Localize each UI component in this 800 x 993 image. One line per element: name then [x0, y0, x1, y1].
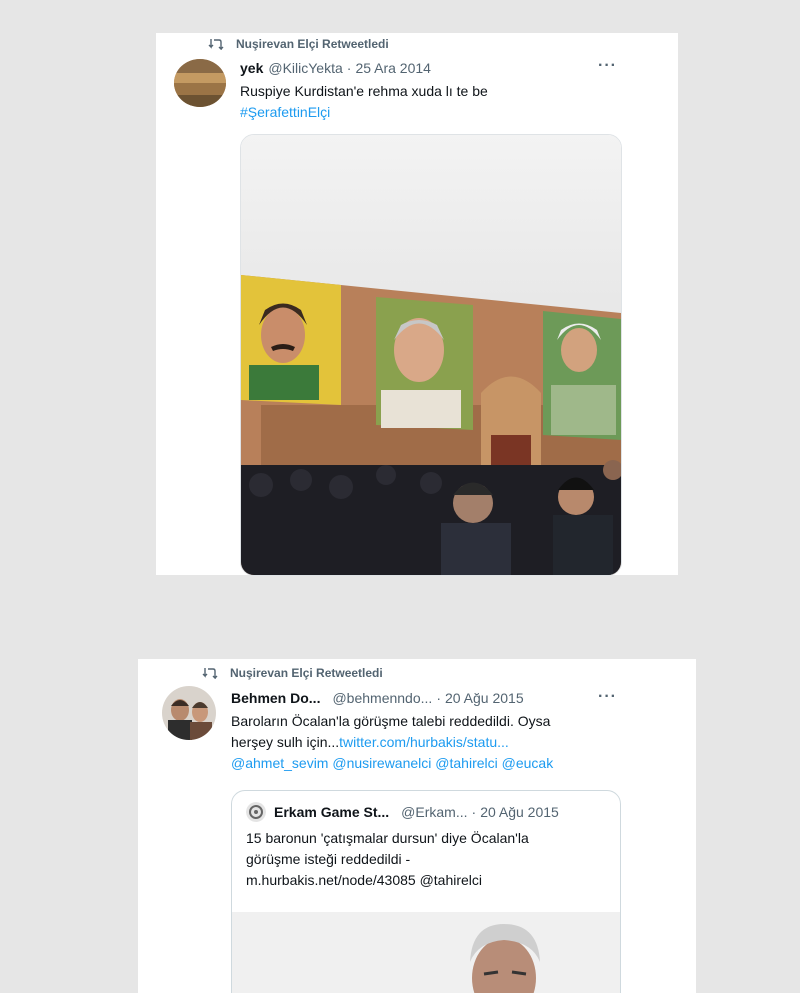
avatar[interactable]	[162, 686, 216, 740]
author-name[interactable]: yek	[240, 60, 263, 76]
separator: ·	[471, 804, 477, 820]
tweet-url-link[interactable]: twitter.com/hurbakis/statu...	[339, 734, 509, 750]
tweet-card-2[interactable]: Nuşirevan Elçi Retweetledi Behmen Do... …	[138, 659, 696, 993]
hashtag-link[interactable]: #ŞerafettinElçi	[240, 102, 488, 123]
retweet-label: Nuşirevan Elçi Retweetledi	[236, 37, 389, 51]
quote-avatar[interactable]	[246, 802, 266, 822]
quote-header: Erkam Game St... @Erkam... · 20 Ağu 2015	[274, 804, 559, 820]
quote-photo[interactable]	[232, 912, 620, 993]
retweet-icon	[202, 667, 218, 679]
mentions-links[interactable]: @ahmet_sevim @nusirewanelci @tahirelci @…	[231, 753, 681, 774]
retweet-label: Nuşirevan Elçi Retweetledi	[230, 666, 383, 680]
retweet-context: Nuşirevan Elçi Retweetledi	[208, 37, 389, 51]
more-icon[interactable]: ···	[598, 57, 617, 75]
quote-photo-graphic	[232, 912, 620, 993]
quote-text-line: 15 baronun 'çatışmalar dursun' diye Öcal…	[246, 830, 529, 846]
quoted-tweet[interactable]: Erkam Game St... @Erkam... · 20 Ağu 2015…	[231, 790, 621, 993]
tweet-text-line: Ruspiye Kurdistan'e rehma xuda lı te be	[240, 83, 488, 99]
tweet-header: Behmen Do... @behmenndo... · 20 Ağu 2015	[231, 690, 524, 706]
tweet-photo[interactable]	[240, 134, 622, 576]
tweet-card-1[interactable]: Nuşirevan Elçi Retweetledi yek @KilicYek…	[156, 33, 678, 576]
separator: ·	[346, 60, 352, 76]
retweet-icon	[208, 38, 224, 50]
tweet-text: Baroların Öcalan'la görüşme talebi redde…	[231, 711, 681, 774]
quote-author-name[interactable]: Erkam Game St...	[274, 804, 389, 820]
author-handle[interactable]: @KilicYekta	[268, 60, 342, 76]
quote-date[interactable]: 20 Ağu 2015	[480, 804, 559, 820]
quote-text-line: görüşme isteği reddedildi -	[246, 851, 411, 867]
author-name[interactable]: Behmen Do...	[231, 690, 320, 706]
avatar[interactable]	[174, 59, 226, 107]
quote-text-line: m.hurbakis.net/node/43085 @tahirelci	[246, 872, 483, 888]
separator: ·	[436, 690, 441, 706]
tweet-date[interactable]: 25 Ara 2014	[355, 60, 431, 76]
quote-author-handle[interactable]: @Erkam...	[401, 804, 467, 820]
retweet-context: Nuşirevan Elçi Retweetledi	[202, 666, 383, 680]
tweet-text-plain: herşey sulh için...	[231, 734, 340, 750]
tweet-text-line: herşey sulh için...twitter.com/hurbakis/…	[231, 732, 681, 753]
tweet-date[interactable]: 20 Ağu 2015	[445, 690, 524, 706]
tweet-text-line: Baroların Öcalan'la görüşme talebi redde…	[231, 713, 551, 729]
more-icon[interactable]: ···	[598, 688, 617, 706]
tweet-text: Ruspiye Kurdistan'e rehma xuda lı te be …	[240, 81, 488, 123]
author-handle[interactable]: @behmenndo...	[332, 690, 432, 706]
quote-text: 15 baronun 'çatışmalar dursun' diye Öcal…	[246, 828, 611, 891]
photo-graphic	[241, 135, 621, 575]
tweet-header: yek @KilicYekta · 25 Ara 2014	[240, 60, 431, 76]
